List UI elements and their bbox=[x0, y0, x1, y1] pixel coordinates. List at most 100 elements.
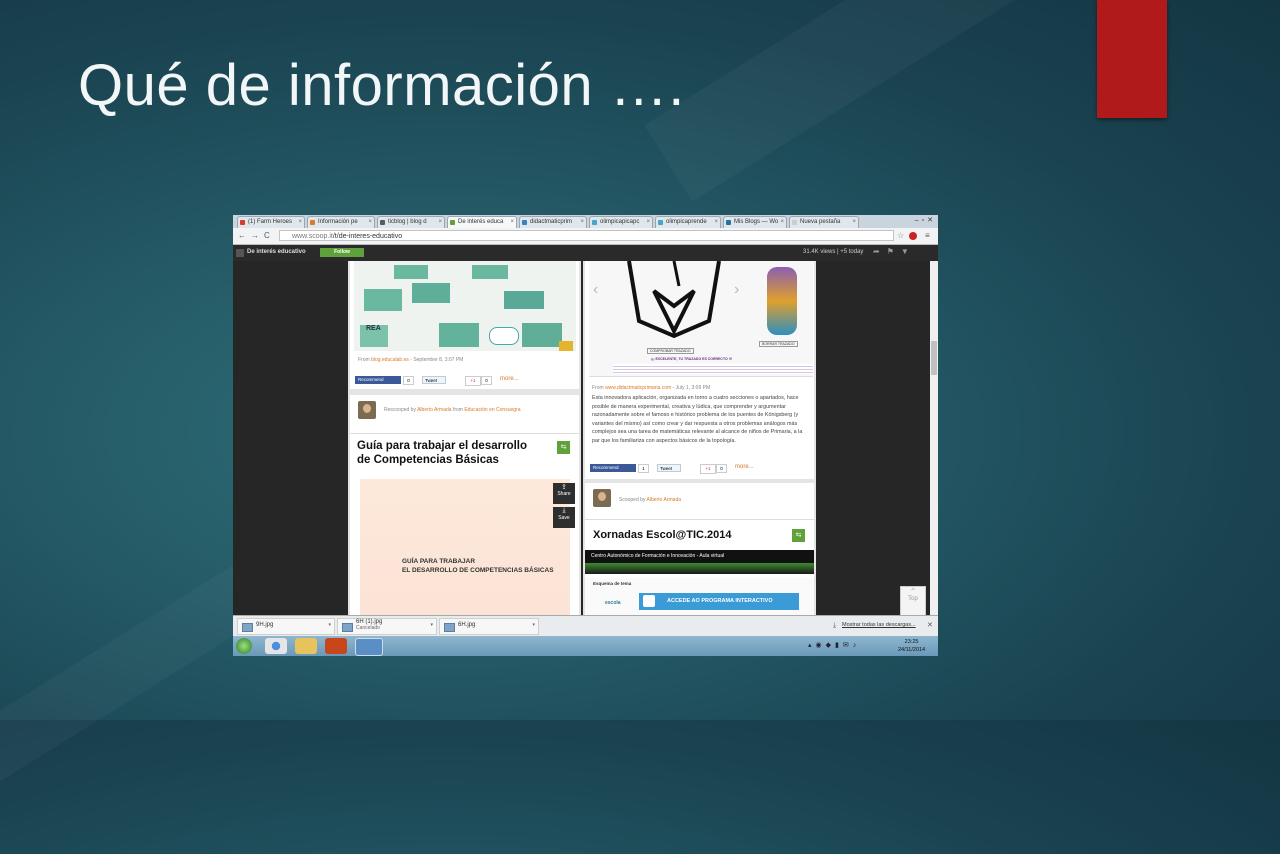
url-path: /t/de-interes-educativo bbox=[332, 233, 403, 240]
paint-icon[interactable] bbox=[355, 638, 383, 656]
extension-icon[interactable] bbox=[909, 232, 917, 240]
share-icon: ⇪ bbox=[561, 484, 567, 491]
avatar[interactable] bbox=[358, 401, 376, 419]
browser-tab-bar: (1) Farm Heroes × Información pe × ticblog… bbox=[233, 215, 938, 228]
mascot-image bbox=[767, 267, 797, 335]
favicon-icon bbox=[658, 220, 663, 225]
browser-tab[interactable]: Mis Blogs — Wo × bbox=[723, 216, 787, 228]
topic-title: De interés educativo bbox=[247, 249, 306, 255]
favicon-icon bbox=[240, 220, 245, 225]
browser-tab[interactable]: Nueva pestaña × bbox=[789, 216, 859, 228]
infographic-thumbnail[interactable]: REA bbox=[354, 261, 576, 351]
back-icon[interactable]: ← bbox=[238, 231, 246, 240]
close-tab-icon[interactable]: × bbox=[510, 217, 514, 228]
escola-logo: escola bbox=[605, 600, 621, 606]
save-button[interactable]: ⤓ Save bbox=[553, 507, 575, 528]
download-item[interactable]: 9H.jpg ▾ bbox=[237, 618, 335, 635]
tweet-button[interactable]: Tweet bbox=[422, 376, 446, 384]
reload-icon[interactable]: C bbox=[264, 231, 270, 240]
follow-button[interactable]: Follow bbox=[320, 248, 364, 257]
browser-tab[interactable]: olimpicaprende × bbox=[655, 216, 721, 228]
download-item[interactable]: 6H (1).jpg Cancelado ▾ bbox=[337, 618, 437, 635]
chevron-down-icon[interactable]: ▾ bbox=[532, 622, 535, 628]
gplus-count: 0 bbox=[481, 376, 492, 385]
close-tab-icon[interactable]: × bbox=[580, 217, 584, 228]
browser-tab-active[interactable]: De interés educa × bbox=[447, 216, 517, 228]
more-link[interactable]: more... bbox=[735, 464, 754, 470]
folder-icon[interactable] bbox=[295, 638, 317, 654]
powerpoint-icon[interactable] bbox=[325, 638, 347, 654]
close-tab-icon[interactable]: × bbox=[780, 217, 784, 228]
topic-link[interactable]: Educación en Consuegra bbox=[464, 407, 520, 413]
close-tab-icon[interactable]: × bbox=[368, 217, 372, 228]
views-stats: 31.4K views | +5 today bbox=[803, 249, 864, 255]
author-link[interactable]: Alberto Armada bbox=[647, 497, 681, 503]
google-plus-button[interactable]: +1 bbox=[700, 464, 716, 474]
tweet-button[interactable]: Tweet bbox=[657, 464, 681, 472]
scrollbar-thumb[interactable] bbox=[931, 341, 937, 375]
doc-title: GUÍA PARA TRABAJAR EL DESARROLLO DE COMP… bbox=[402, 558, 554, 574]
rescoop-icon[interactable]: ⇆ bbox=[792, 529, 805, 542]
start-orb-icon[interactable] bbox=[236, 638, 252, 654]
favicon-icon bbox=[792, 220, 797, 225]
facebook-recommend-button[interactable]: Recommend bbox=[590, 464, 636, 472]
tile-label: REA bbox=[366, 325, 381, 332]
scoop-card: Scooped by Alberto Armada Xornadas Escol… bbox=[585, 483, 814, 615]
rescoop-icon[interactable]: ⇆ bbox=[557, 441, 570, 454]
scoop-card: ‹ › COMPROBAR TRAZADO BORRAR TRAZADO ¡¡¡… bbox=[585, 261, 814, 479]
image-file-icon bbox=[342, 623, 353, 632]
google-plus-button[interactable]: +1 bbox=[465, 376, 481, 386]
browser-tab[interactable]: olimpicapicapc × bbox=[589, 216, 653, 228]
check-path-button[interactable]: COMPROBAR TRAZADO bbox=[647, 348, 694, 354]
close-icon[interactable]: ✕ bbox=[927, 621, 933, 629]
window-controls[interactable]: –▫✕ bbox=[915, 216, 936, 224]
source-link[interactable]: www.didactmaticprimaria.com bbox=[605, 385, 671, 391]
favicon-icon bbox=[450, 220, 455, 225]
close-tab-icon[interactable]: × bbox=[298, 217, 302, 228]
scheme-label: Esquema de tema bbox=[593, 581, 632, 586]
gplus-count: 0 bbox=[716, 464, 727, 473]
favicon-icon bbox=[726, 220, 731, 225]
avatar[interactable] bbox=[593, 489, 611, 507]
browser-tab[interactable]: didactmaticprim × bbox=[519, 216, 587, 228]
page-scrollbar[interactable] bbox=[930, 261, 938, 615]
scoop-title[interactable]: Guía para trabajar el desarrollo de Comp… bbox=[357, 439, 527, 467]
show-all-downloads-link[interactable]: Mostrar todas las descargas... bbox=[842, 622, 916, 628]
browser-tab[interactable]: (1) Farm Heroes × bbox=[237, 216, 305, 228]
share-button[interactable]: ⇪ Share bbox=[553, 483, 575, 504]
url-input[interactable]: www.scoop.it/t/de-interes-educativo bbox=[279, 230, 894, 241]
interactive-program-button[interactable]: ACCEDE AO PROGRAMA INTERACTIVO bbox=[639, 593, 799, 610]
close-tab-icon[interactable]: × bbox=[852, 217, 856, 228]
back-to-top-button[interactable]: ⌃ Top bbox=[900, 586, 926, 616]
site-banner[interactable]: Centro Autonómico de Formación e Innovac… bbox=[585, 550, 814, 574]
chevron-down-icon[interactable]: ▾ bbox=[328, 622, 331, 628]
app-screenshot[interactable]: ‹ › COMPROBAR TRAZADO BORRAR TRAZADO ¡¡¡… bbox=[589, 261, 813, 377]
source-link[interactable]: blog.educalab.es bbox=[371, 357, 409, 363]
chevron-down-icon[interactable]: ▾ bbox=[430, 622, 433, 628]
close-tab-icon[interactable]: × bbox=[646, 217, 650, 228]
download-item[interactable]: 6H.jpg ▾ bbox=[439, 618, 539, 635]
share-icon[interactable]: ➦⚑▼ bbox=[873, 247, 916, 256]
chrome-icon[interactable] bbox=[265, 638, 287, 654]
divider bbox=[585, 519, 814, 520]
more-link[interactable]: more... bbox=[500, 376, 519, 382]
forward-icon[interactable]: → bbox=[251, 231, 259, 240]
facebook-recommend-button[interactable]: Recommend bbox=[355, 376, 401, 384]
bookmark-star-icon[interactable]: ☆ bbox=[897, 231, 904, 240]
close-tab-icon[interactable]: × bbox=[438, 217, 442, 228]
browser-tab[interactable]: ticblog | blog d × bbox=[377, 216, 445, 228]
monitor-icon bbox=[643, 595, 655, 607]
author-link[interactable]: Alberto Armada bbox=[417, 407, 451, 413]
scoop-title[interactable]: Xornadas Escol@TIC.2014 bbox=[593, 529, 732, 541]
close-tab-icon[interactable]: × bbox=[714, 217, 718, 228]
menu-icon[interactable]: ≡ bbox=[925, 231, 930, 240]
scheme-panel: Esquema de tema escola ACCEDE AO PROGRAM… bbox=[585, 578, 814, 615]
windows-taskbar: ▴◉◆▮✉♪ 23:25 24/11/2014 bbox=[233, 636, 938, 656]
topic-header: De interés educativo Follow 31.4K views … bbox=[233, 245, 938, 261]
clear-path-button[interactable]: BORRAR TRAZADO bbox=[759, 341, 798, 347]
clock[interactable]: 23:25 24/11/2014 bbox=[898, 638, 925, 654]
tray-icons[interactable]: ▴◉◆▮✉♪ bbox=[808, 641, 860, 649]
document-preview[interactable]: GUÍA PARA TRABAJAR EL DESARROLLO DE COMP… bbox=[360, 479, 570, 615]
scooped-line: Scooped by Alberto Armada bbox=[619, 497, 682, 503]
browser-tab[interactable]: Información pe × bbox=[307, 216, 375, 228]
